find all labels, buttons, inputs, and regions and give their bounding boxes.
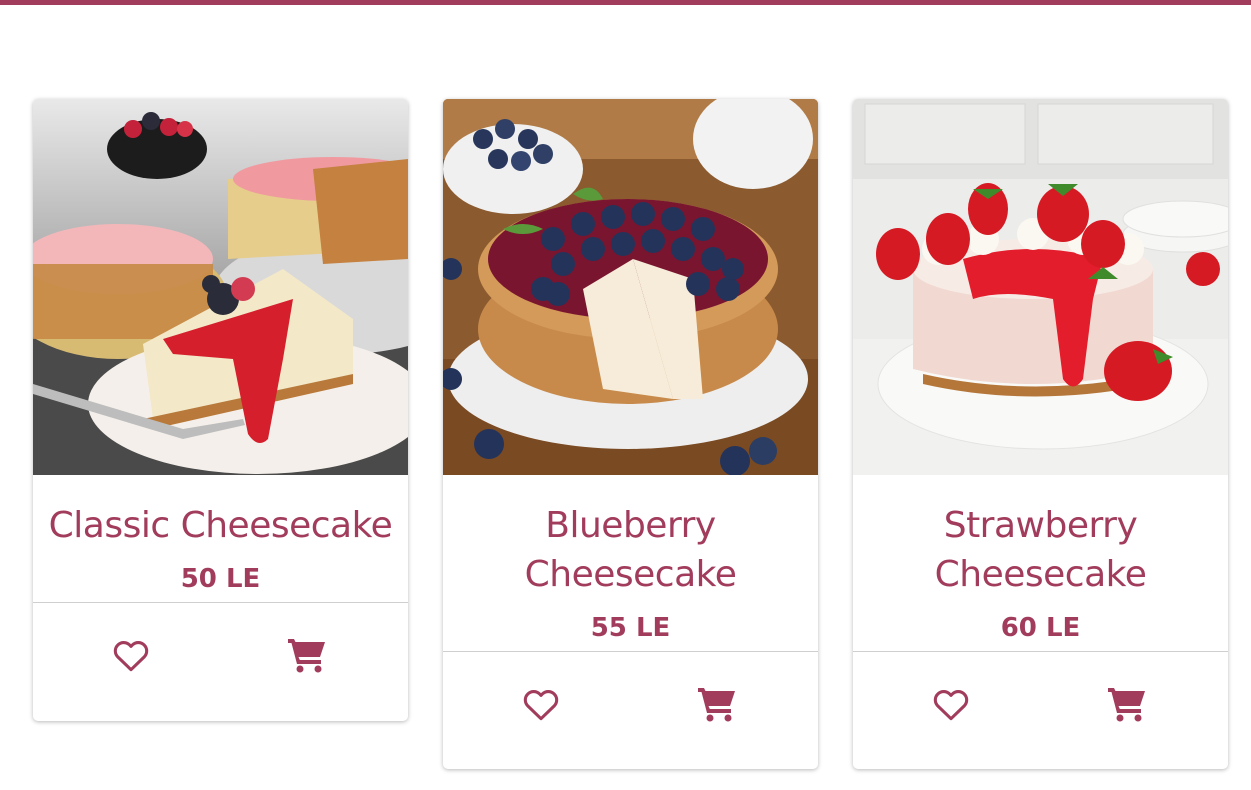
product-price: 60 LE [1000, 613, 1081, 643]
product-title: Classic Cheesecake [48, 505, 393, 546]
product-image[interactable] [853, 99, 1228, 475]
add-to-cart-button[interactable] [285, 635, 329, 675]
add-to-cart-button[interactable] [695, 684, 739, 724]
favorite-button[interactable] [519, 684, 563, 724]
product-grid: Classic Cheesecake 50 LE Blueberry Chees… [0, 0, 1251, 790]
product-title: Blueberry Cheesecake [524, 505, 737, 595]
product-info: Blueberry Cheesecake 55 LE [443, 475, 818, 651]
product-card: Blueberry Cheesecake 55 LE [443, 99, 818, 769]
heart-outline-icon [933, 689, 969, 721]
heart-outline-icon [113, 640, 149, 672]
product-image[interactable] [443, 99, 818, 475]
add-to-cart-button[interactable] [1105, 684, 1149, 724]
product-image[interactable] [33, 99, 408, 475]
product-info: Classic Cheesecake 50 LE [33, 475, 408, 602]
product-price: 55 LE [590, 613, 671, 643]
product-actions [443, 651, 818, 747]
product-price: 50 LE [180, 564, 261, 594]
shopping-cart-icon [1108, 688, 1145, 722]
product-title: Strawberry Cheesecake [934, 505, 1147, 595]
shopping-cart-icon [288, 639, 325, 673]
shopping-cart-icon [698, 688, 735, 722]
product-info: Strawberry Cheesecake 60 LE [853, 475, 1228, 651]
product-actions [853, 651, 1228, 747]
product-card: Strawberry Cheesecake 60 LE [853, 99, 1228, 769]
heart-outline-icon [523, 689, 559, 721]
favorite-button[interactable] [929, 684, 973, 724]
favorite-button[interactable] [109, 635, 153, 675]
product-card: Classic Cheesecake 50 LE [33, 99, 408, 721]
product-actions [33, 602, 408, 698]
